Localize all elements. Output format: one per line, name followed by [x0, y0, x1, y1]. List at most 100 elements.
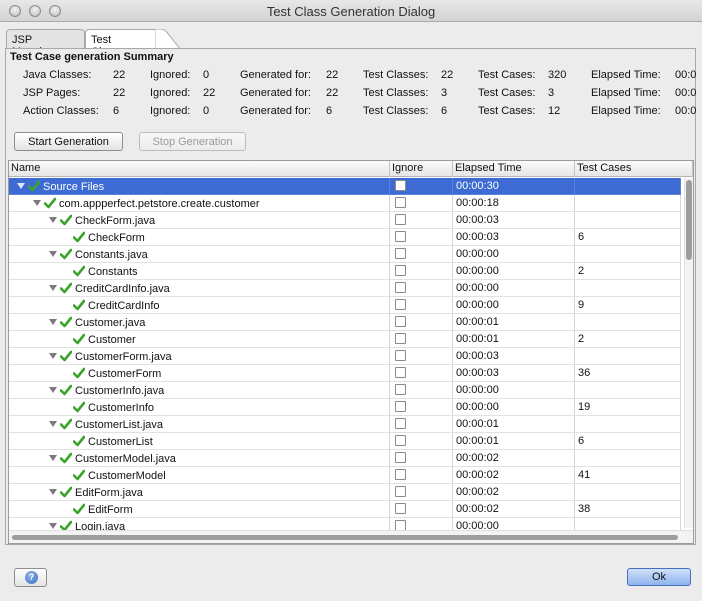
disclosure-triangle-icon[interactable] [17, 183, 25, 189]
stop-generation-button[interactable]: Stop Generation [139, 132, 246, 151]
disclosure-triangle-icon[interactable] [49, 387, 57, 393]
table-row[interactable]: Customer.java 00:00:01 [9, 314, 681, 331]
ignore-checkbox[interactable] [395, 248, 406, 259]
node-label: CustomerList.java [75, 419, 164, 431]
table-row[interactable]: Customer 00:00:01 2 [9, 331, 681, 348]
ignore-checkbox[interactable] [395, 384, 406, 395]
green-check-icon [59, 384, 73, 396]
ignore-checkbox[interactable] [395, 367, 406, 378]
ignore-cell [390, 365, 453, 382]
ignore-checkbox[interactable] [395, 265, 406, 276]
disclosure-triangle-icon[interactable] [49, 285, 57, 291]
ignore-checkbox[interactable] [395, 452, 406, 463]
horizontal-scroll-thumb[interactable] [12, 535, 678, 540]
elapsed-time-cell: 00:00:01 [453, 331, 575, 348]
table-row[interactable]: CheckForm.java 00:00:03 [9, 212, 681, 229]
column-header-test-cases[interactable]: Test Cases [575, 161, 693, 177]
ignore-checkbox[interactable] [395, 486, 406, 497]
table-row[interactable]: CustomerInfo 00:00:00 19 [9, 399, 681, 416]
table-row[interactable]: CustomerInfo.java 00:00:00 [9, 382, 681, 399]
table-row[interactable]: com.appperfect.petstore.create.customer 0… [9, 195, 681, 212]
name-cell: CreditCardInfo.java [9, 280, 390, 297]
summary-test-cases-label: Test Cases: [478, 87, 536, 99]
table-row[interactable]: Constants 00:00:00 2 [9, 263, 681, 280]
table-row[interactable]: CustomerModel.java 00:00:02 [9, 450, 681, 467]
ignore-cell [390, 501, 453, 518]
test-cases-cell: 2 [575, 331, 681, 348]
node-label: EditForm.java [75, 487, 143, 499]
disclosure-triangle-icon[interactable] [49, 455, 57, 461]
ignore-cell [390, 484, 453, 501]
name-cell: CustomerForm.java [9, 348, 390, 365]
table-row[interactable]: EditForm.java 00:00:02 [9, 484, 681, 501]
horizontal-scrollbar[interactable] [9, 530, 693, 543]
start-generation-button[interactable]: Start Generation [14, 132, 123, 151]
disclosure-triangle-icon[interactable] [49, 251, 57, 257]
vertical-scroll-thumb[interactable] [686, 180, 692, 260]
table-row[interactable]: EditForm 00:00:02 38 [9, 501, 681, 518]
green-check-icon [43, 197, 57, 209]
table-row[interactable]: CreditCardInfo.java 00:00:00 [9, 280, 681, 297]
tab-test-classes[interactable]: Test Classes [85, 29, 156, 58]
summary-ignored-label: Ignored: [150, 69, 191, 81]
summary-ignored-value: 22 [203, 87, 216, 99]
node-label: com.appperfect.petstore.create.customer [59, 198, 260, 210]
node-label: Customer [88, 334, 136, 346]
summary-test-cases-value: 320 [548, 69, 567, 81]
ignore-cell [390, 382, 453, 399]
table-row[interactable]: CustomerList.java 00:00:01 [9, 416, 681, 433]
vertical-scrollbar[interactable] [684, 178, 693, 528]
node-label: Customer.java [75, 317, 146, 329]
ignore-checkbox[interactable] [395, 418, 406, 429]
ignore-checkbox[interactable] [395, 503, 406, 514]
disclosure-triangle-icon[interactable] [49, 489, 57, 495]
summary-test-classes-value: 3 [441, 87, 448, 99]
disclosure-triangle-icon[interactable] [49, 217, 57, 223]
name-cell: CustomerList [9, 433, 390, 450]
disclosure-triangle-icon[interactable] [33, 200, 41, 206]
ignore-checkbox[interactable] [395, 197, 406, 208]
column-header-name[interactable]: Name [9, 161, 390, 177]
ok-button[interactable]: Ok [627, 568, 691, 586]
ignore-checkbox[interactable] [395, 469, 406, 480]
ignore-cell [390, 348, 453, 365]
disclosure-triangle-icon[interactable] [49, 353, 57, 359]
ignore-checkbox[interactable] [395, 231, 406, 242]
node-label: EditForm [88, 504, 133, 516]
ignore-checkbox[interactable] [395, 282, 406, 293]
ignore-checkbox[interactable] [395, 401, 406, 412]
table-row[interactable]: CustomerModel 00:00:02 41 [9, 467, 681, 484]
column-header-elapsed-time[interactable]: Elapsed Time [453, 161, 575, 177]
table-row[interactable]: CustomerList 00:00:01 6 [9, 433, 681, 450]
name-cell: EditForm.java [9, 484, 390, 501]
summary-test-classes-value: 22 [441, 69, 454, 81]
test-cases-cell [575, 212, 681, 229]
disclosure-triangle-icon[interactable] [49, 523, 57, 529]
ignore-checkbox[interactable] [395, 214, 406, 225]
ignore-checkbox[interactable] [395, 435, 406, 446]
ignore-checkbox[interactable] [395, 316, 406, 327]
ignore-checkbox[interactable] [395, 180, 406, 191]
ignore-cell [390, 212, 453, 229]
ignore-checkbox[interactable] [395, 333, 406, 344]
disclosure-triangle-icon[interactable] [49, 421, 57, 427]
table-row[interactable]: Constants.java 00:00:00 [9, 246, 681, 263]
table-row[interactable]: CustomerForm.java 00:00:03 [9, 348, 681, 365]
table-row[interactable]: CreditCardInfo 00:00:00 9 [9, 297, 681, 314]
table-row[interactable]: CheckForm 00:00:03 6 [9, 229, 681, 246]
help-button[interactable]: ? [14, 568, 47, 587]
summary-elapsed-value: 00:0 [675, 105, 697, 117]
column-header-ignore[interactable]: Ignore [390, 161, 453, 177]
disclosure-triangle-icon[interactable] [49, 319, 57, 325]
table-row[interactable]: CustomerForm 00:00:03 36 [9, 365, 681, 382]
table-row[interactable]: Source Files 00:00:30 [9, 178, 681, 195]
ignore-checkbox[interactable] [395, 350, 406, 361]
green-check-icon [72, 299, 86, 311]
title-bar: Test Class Generation Dialog [0, 0, 702, 22]
tab-jsp-mappings[interactable]: JSP Mappings [6, 29, 85, 58]
summary-generated-label: Generated for: [240, 105, 311, 117]
elapsed-time-cell: 00:00:03 [453, 365, 575, 382]
elapsed-time-cell: 00:00:00 [453, 399, 575, 416]
ignore-checkbox[interactable] [395, 299, 406, 310]
name-cell: EditForm [9, 501, 390, 518]
